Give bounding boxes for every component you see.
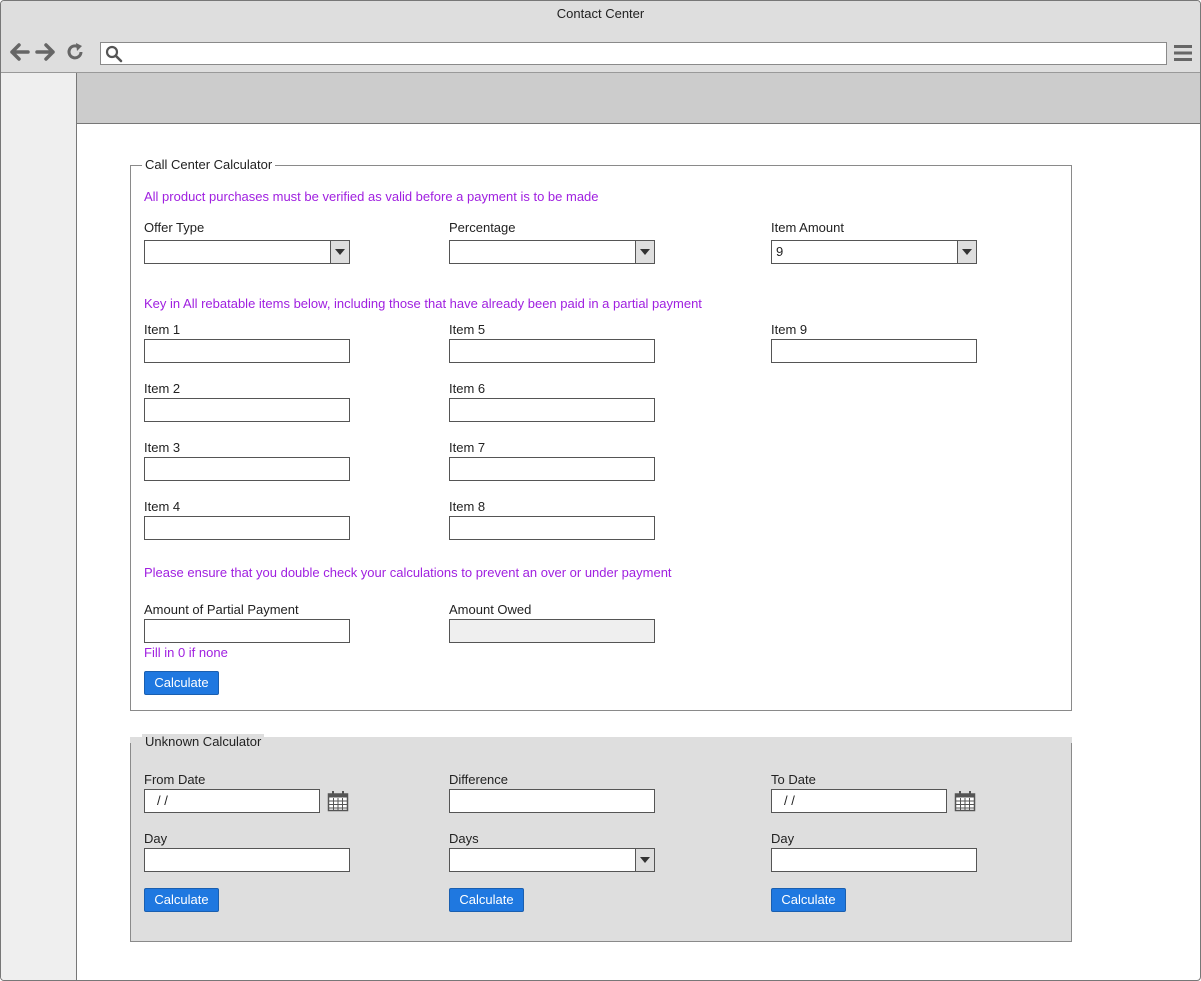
call-center-calculator-panel: Call Center Calculator All product purch… [130, 157, 1072, 711]
browser-toolbar [1, 31, 1200, 73]
from-date-input[interactable]: / / [144, 789, 320, 813]
arrow-right-icon [35, 43, 55, 61]
item-3-input[interactable] [144, 457, 350, 481]
chevron-down-icon [330, 241, 349, 263]
offer-type-label: Offer Type [144, 220, 205, 235]
item-8-input[interactable] [449, 516, 655, 540]
browser-menu-button[interactable] [1173, 44, 1193, 62]
unknown-calculator-panel: Unknown Calculator From Date / / Differe… [130, 734, 1072, 942]
left-sidebar [1, 73, 77, 980]
item-7-input[interactable] [449, 457, 655, 481]
chevron-down-icon [635, 241, 654, 263]
item-3-label: Item 3 [144, 440, 181, 455]
verify-note: All product purchases must be verified a… [144, 189, 599, 204]
item-1-label: Item 1 [144, 322, 181, 337]
chevron-down-icon [957, 241, 976, 263]
item-5-label: Item 5 [449, 322, 486, 337]
items-note: Key in All rebatable items below, includ… [144, 296, 702, 311]
item-9-input[interactable] [771, 339, 977, 363]
item-7-label: Item 7 [449, 440, 486, 455]
call-center-calculator-legend: Call Center Calculator [142, 157, 276, 173]
days-label: Days [449, 831, 479, 846]
from-date-label: From Date [144, 772, 206, 787]
item-6-input[interactable] [449, 398, 655, 422]
days-select[interactable] [449, 848, 655, 872]
page-header-strip [77, 73, 1200, 124]
from-date-calculate-button[interactable]: Calculate [144, 888, 219, 912]
percentage-select[interactable] [449, 240, 655, 264]
item-6-label: Item 6 [449, 381, 486, 396]
to-date-calculate-button[interactable]: Calculate [771, 888, 846, 912]
item-5-input[interactable] [449, 339, 655, 363]
item-2-label: Item 2 [144, 381, 181, 396]
calendar-icon[interactable] [954, 790, 976, 812]
browser-window: Contact Center Call Center Calculator Al… [0, 0, 1201, 981]
search-icon [105, 45, 123, 63]
partial-payment-hint: Fill in 0 if none [144, 645, 228, 660]
item-1-input[interactable] [144, 339, 350, 363]
chevron-down-icon [635, 849, 654, 871]
call-center-calculate-button[interactable]: Calculate [144, 671, 219, 695]
difference-input[interactable] [449, 789, 655, 813]
day-right-input[interactable] [771, 848, 977, 872]
difference-calculate-button[interactable]: Calculate [449, 888, 524, 912]
item-amount-label: Item Amount [771, 220, 844, 235]
item-amount-select[interactable]: 9 [771, 240, 977, 264]
item-4-input[interactable] [144, 516, 350, 540]
partial-payment-label: Amount of Partial Payment [144, 602, 299, 617]
arrow-left-icon [10, 43, 30, 61]
to-date-input[interactable]: / / [771, 789, 947, 813]
address-bar[interactable] [100, 42, 1167, 65]
partial-payment-input[interactable] [144, 619, 350, 643]
hamburger-menu-icon [1174, 45, 1192, 61]
window-titlebar: Contact Center [1, 1, 1200, 31]
reload-icon [67, 43, 83, 60]
amount-owed-field [449, 619, 655, 643]
day-left-input[interactable] [144, 848, 350, 872]
to-date-label: To Date [771, 772, 816, 787]
offer-type-select[interactable] [144, 240, 350, 264]
day-left-label: Day [144, 831, 168, 846]
amount-owed-label: Amount Owed [449, 602, 532, 617]
forward-button[interactable] [34, 41, 56, 63]
item-4-label: Item 4 [144, 499, 181, 514]
item-2-input[interactable] [144, 398, 350, 422]
calendar-icon[interactable] [327, 790, 349, 812]
back-button[interactable] [9, 41, 31, 63]
percentage-label: Percentage [449, 220, 516, 235]
item-9-label: Item 9 [771, 322, 808, 337]
reload-button[interactable] [64, 41, 86, 63]
check-calculations-note: Please ensure that you double check your… [144, 565, 672, 580]
difference-label: Difference [449, 772, 509, 787]
panel-top-band [130, 737, 1072, 743]
item-8-label: Item 8 [449, 499, 486, 514]
window-title: Contact Center [556, 6, 645, 21]
day-right-label: Day [771, 831, 795, 846]
item-amount-value: 9 [776, 244, 784, 259]
unknown-calculator-legend: Unknown Calculator [142, 734, 265, 750]
